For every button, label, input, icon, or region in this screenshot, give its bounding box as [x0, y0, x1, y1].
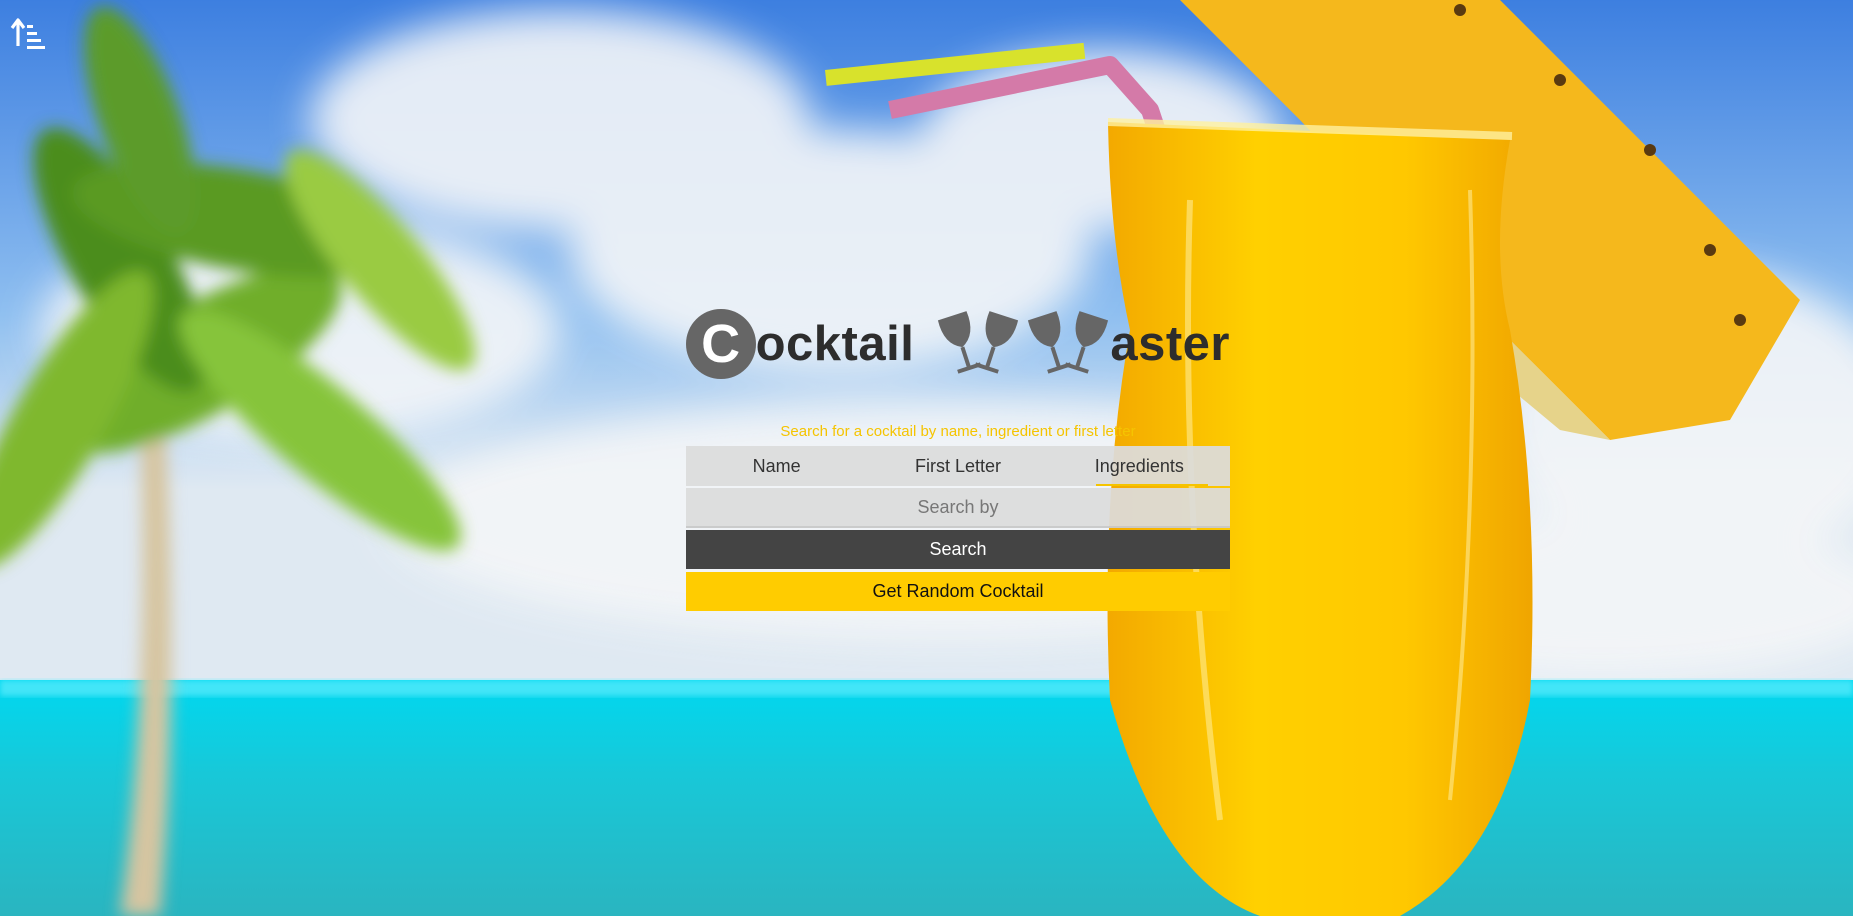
- logo-c-badge: C: [686, 309, 756, 379]
- tab-first-letter[interactable]: First Letter: [867, 446, 1048, 486]
- logo-text-part1: ocktail: [755, 317, 915, 371]
- tab-name[interactable]: Name: [686, 446, 867, 486]
- search-panel: C ocktail aster Search for a cocktail by…: [686, 304, 1230, 611]
- search-instructions: Search for a cocktail by name, ingredien…: [780, 423, 1136, 440]
- sort-menu-button[interactable]: [10, 16, 46, 50]
- logo-first-letter: C: [701, 314, 741, 374]
- page: C ocktail aster Search for a cocktail by…: [0, 0, 1853, 916]
- tab-ingredients[interactable]: Ingredients: [1049, 446, 1230, 486]
- search-input[interactable]: [686, 488, 1230, 528]
- cheers-glasses-icon: [928, 309, 1109, 379]
- app-logo: C ocktail aster: [686, 304, 1230, 384]
- sort-menu-icon: [10, 18, 45, 49]
- search-button[interactable]: Search: [686, 530, 1230, 569]
- search-type-tabs: Name First Letter Ingredients: [686, 446, 1230, 486]
- logo-text-part2: aster: [1110, 317, 1230, 371]
- random-cocktail-button[interactable]: Get Random Cocktail: [686, 572, 1230, 611]
